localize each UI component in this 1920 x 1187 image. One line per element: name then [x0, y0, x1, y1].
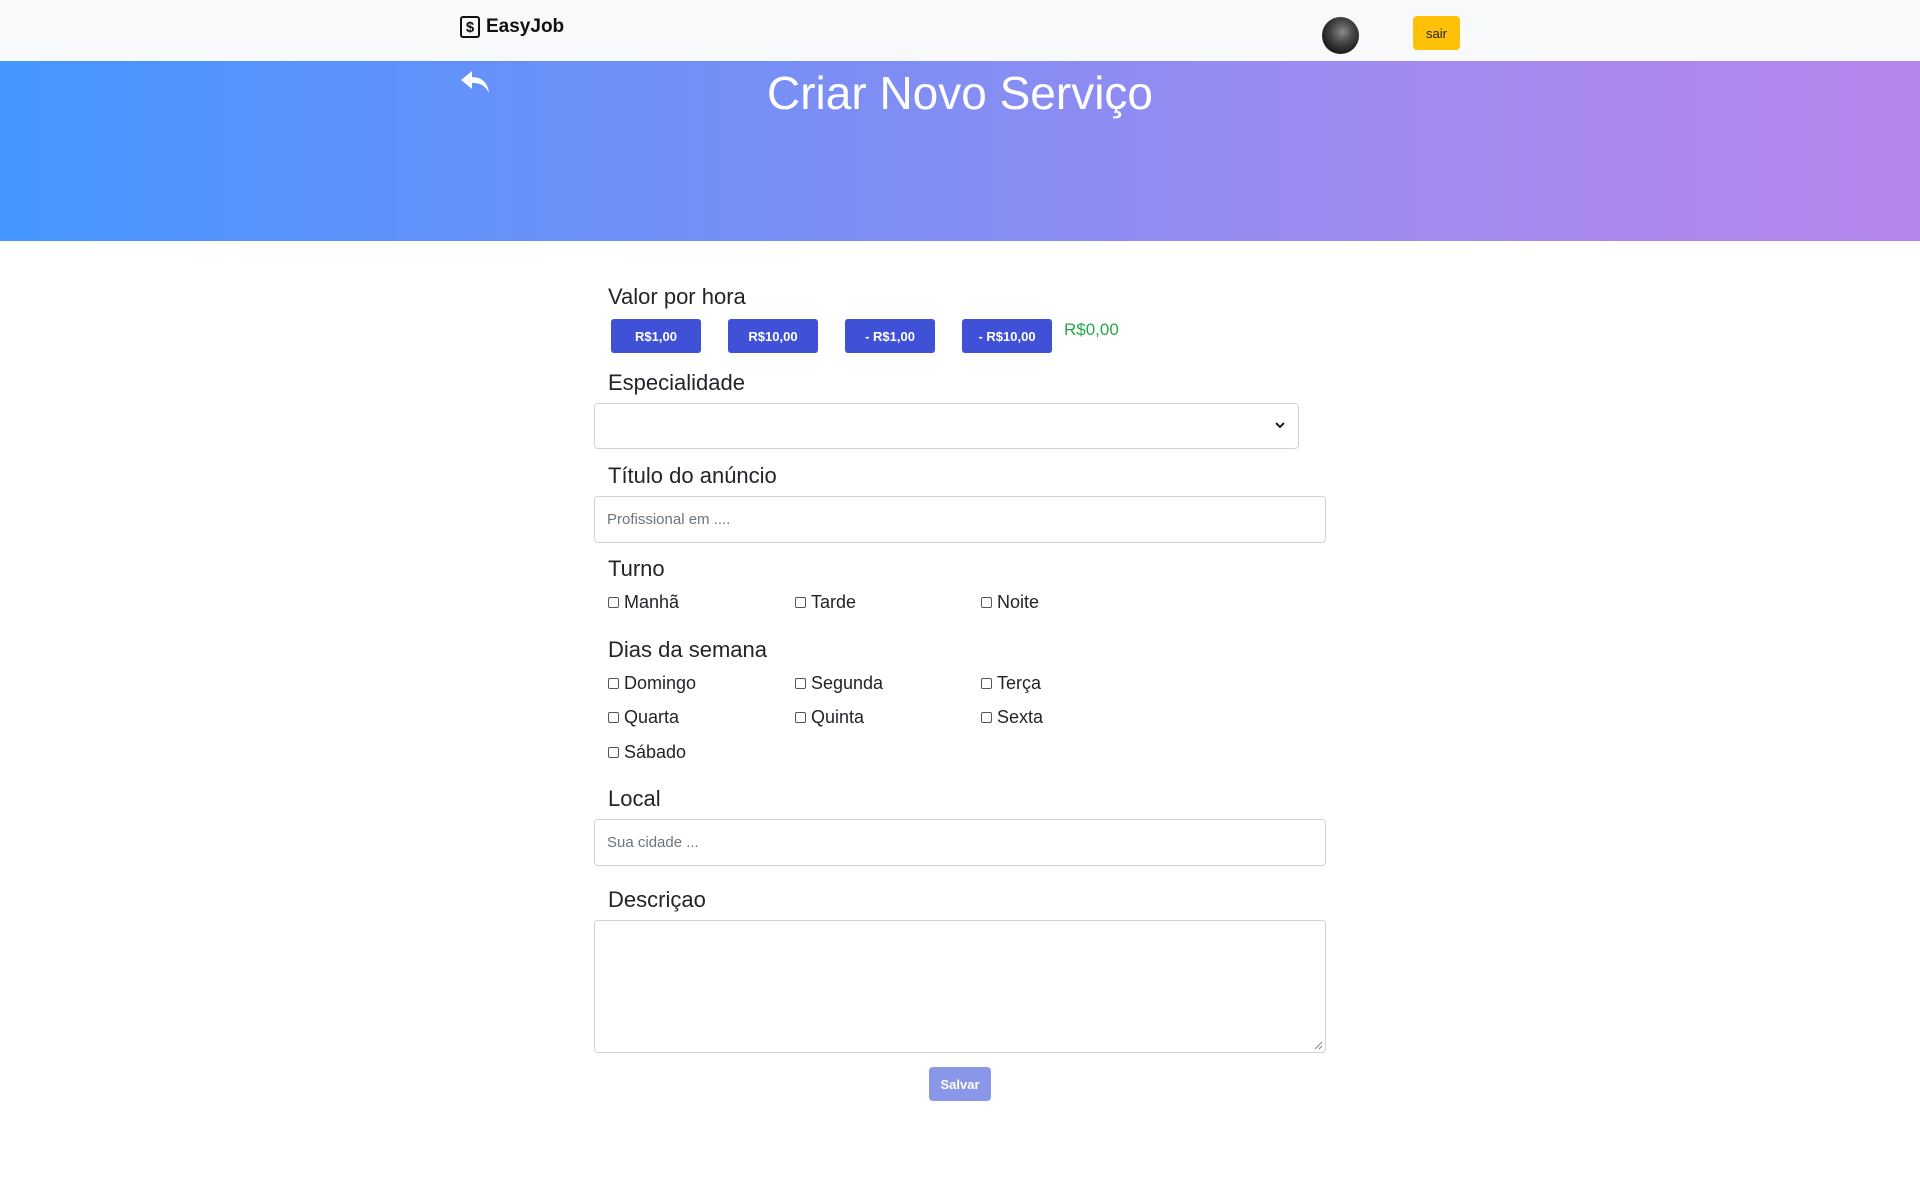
day-sunday-checkbox[interactable]: Domingo — [608, 673, 696, 694]
shift-afternoon-label: Tarde — [811, 592, 857, 612]
save-button[interactable]: Salvar — [929, 1067, 991, 1101]
add-1-button[interactable]: R$1,00 — [611, 319, 701, 353]
checkbox-box[interactable] — [981, 597, 992, 608]
location-placeholder: Sua cidade ... — [607, 834, 699, 851]
day-thursday-checkbox[interactable]: Quinta — [795, 707, 864, 728]
checkbox-box[interactable] — [981, 678, 992, 689]
subtract-10-button[interactable]: - R$10,00 — [962, 319, 1052, 353]
day-monday-label: Segunda — [811, 673, 884, 693]
subtract-1-button[interactable]: - R$1,00 — [845, 319, 935, 353]
location-input[interactable]: Sua cidade ... — [594, 819, 1326, 866]
day-tuesday-checkbox[interactable]: Terça — [981, 673, 1041, 694]
title-label: Título do anúncio — [608, 463, 777, 488]
day-wednesday-checkbox[interactable]: Quarta — [608, 707, 679, 728]
chevron-down-icon — [1275, 422, 1285, 429]
checkbox-box[interactable] — [608, 678, 619, 689]
title-placeholder: Profissional em .... — [607, 511, 731, 528]
checkbox-box[interactable] — [981, 712, 992, 723]
checkbox-box[interactable] — [608, 712, 619, 723]
checkbox-box[interactable] — [795, 712, 806, 723]
resize-grip-icon[interactable] — [1314, 1041, 1323, 1050]
day-thursday-label: Quinta — [811, 707, 865, 727]
brand-name: EasyJob — [486, 16, 565, 37]
hero-banner: Criar Novo Serviço — [0, 61, 1920, 241]
shift-morning-label: Manhã — [624, 592, 680, 612]
day-saturday-label: Sábado — [624, 742, 687, 762]
day-friday-checkbox[interactable]: Sexta — [981, 707, 1043, 728]
specialty-label: Especialidade — [608, 370, 745, 395]
title-input[interactable]: Profissional em .... — [594, 496, 1326, 543]
checkbox-box[interactable] — [795, 678, 806, 689]
price-label: Valor por hora — [608, 284, 746, 309]
brand-link[interactable]: $ EasyJob — [460, 16, 564, 38]
top-navbar: $ EasyJob sair — [0, 0, 1920, 61]
day-saturday-checkbox[interactable]: Sábado — [608, 742, 686, 763]
day-monday-checkbox[interactable]: Segunda — [795, 673, 883, 694]
checkbox-box[interactable] — [795, 597, 806, 608]
days-label: Dias da semana — [608, 637, 767, 662]
avatar[interactable] — [1322, 17, 1359, 54]
day-tuesday-label: Terça — [997, 673, 1042, 693]
logout-button[interactable]: sair — [1413, 16, 1460, 50]
page-title: Criar Novo Serviço — [767, 67, 1153, 119]
shift-night-label: Noite — [997, 592, 1040, 612]
shift-label: Turno — [608, 556, 665, 581]
dollar-icon: $ — [460, 16, 480, 38]
price-value: R$0,00 — [1064, 320, 1119, 339]
shift-afternoon-checkbox[interactable]: Tarde — [795, 592, 856, 613]
day-wednesday-label: Quarta — [624, 707, 680, 727]
description-label: Descriçao — [608, 887, 706, 912]
location-label: Local — [608, 786, 661, 811]
checkbox-box[interactable] — [608, 597, 619, 608]
add-10-button[interactable]: R$10,00 — [728, 319, 818, 353]
day-sunday-label: Domingo — [624, 673, 697, 693]
checkbox-box[interactable] — [608, 747, 619, 758]
day-friday-label: Sexta — [997, 707, 1044, 727]
specialty-select[interactable] — [594, 403, 1299, 449]
shift-morning-checkbox[interactable]: Manhã — [608, 592, 679, 613]
description-textarea[interactable] — [594, 920, 1326, 1053]
shift-night-checkbox[interactable]: Noite — [981, 592, 1039, 613]
